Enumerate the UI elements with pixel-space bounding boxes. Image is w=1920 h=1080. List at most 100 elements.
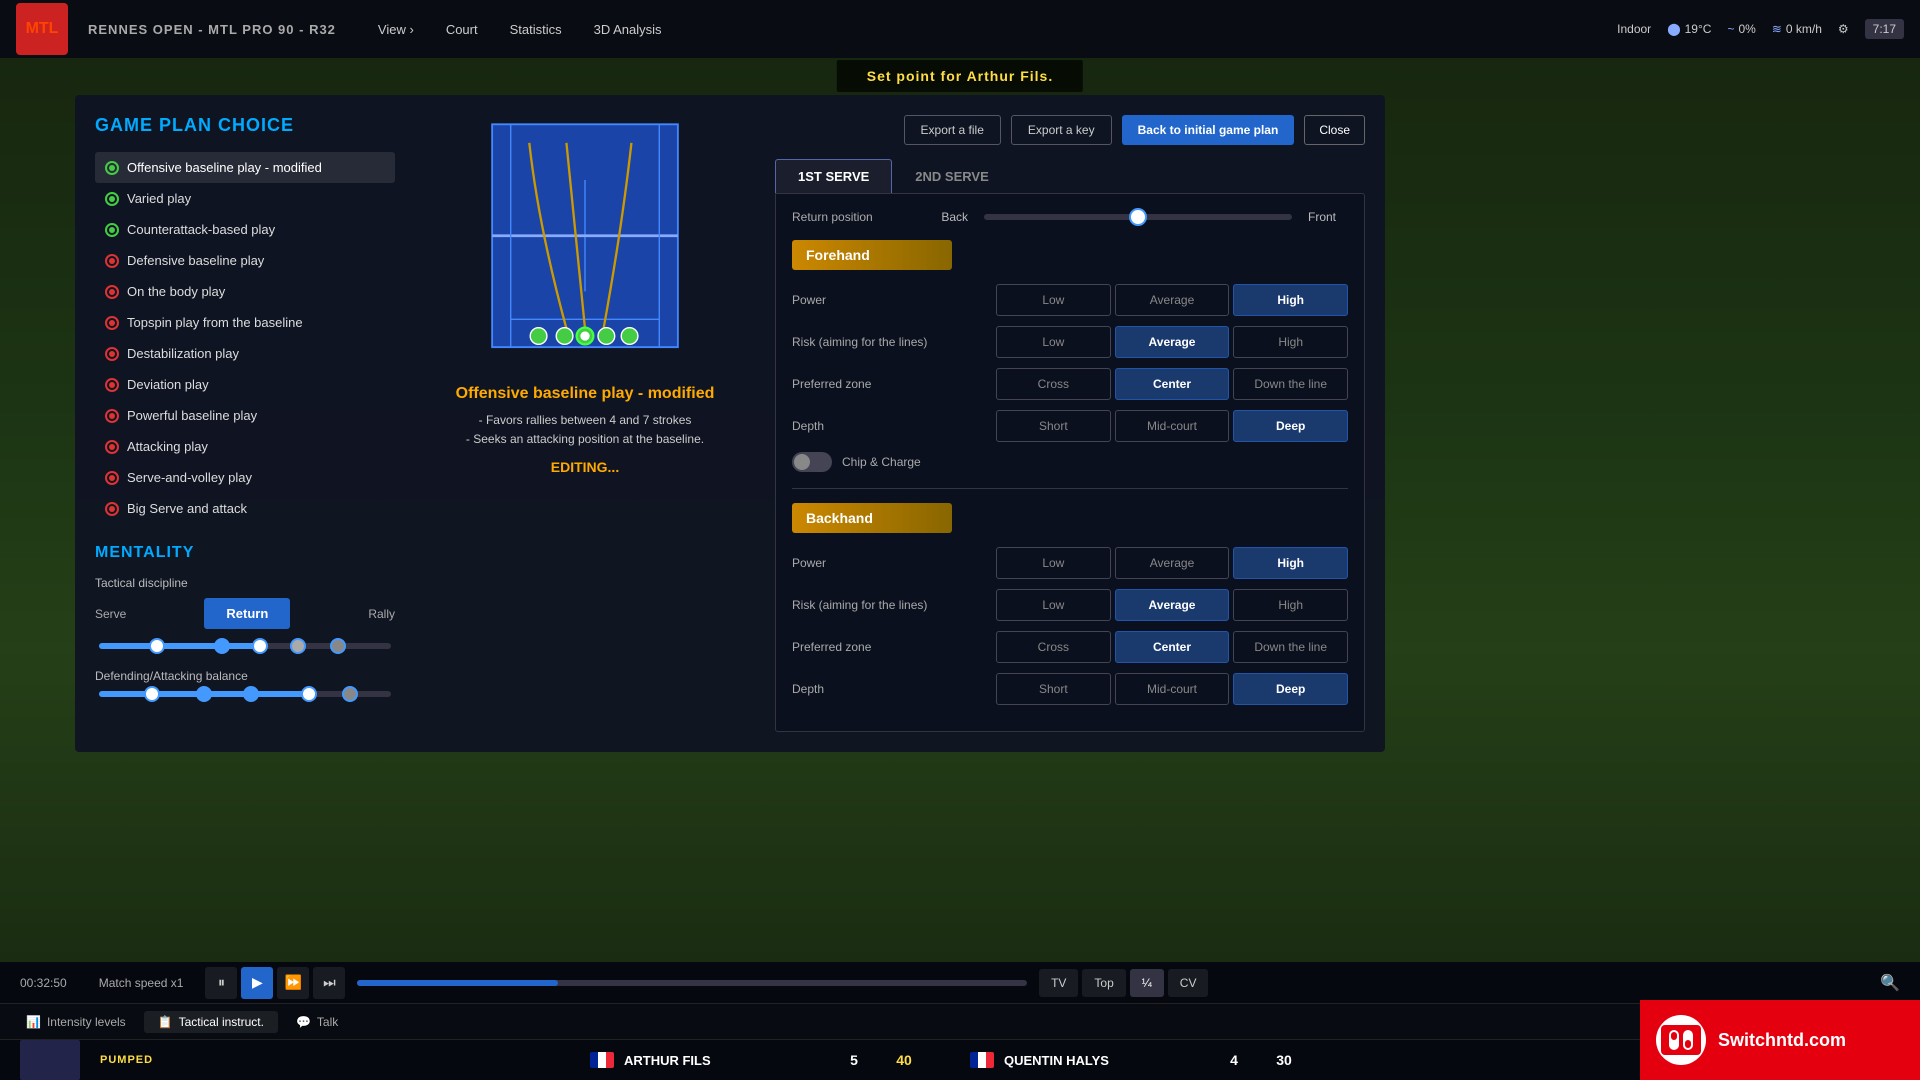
fh-power-low[interactable]: Low	[996, 284, 1111, 316]
defending-slider-thumb-4[interactable]	[301, 686, 317, 702]
fh-risk-average[interactable]: Average	[1115, 326, 1230, 358]
wind-pct-status: ~ 0%	[1727, 22, 1755, 36]
strategy-item[interactable]: Varied play	[95, 183, 395, 214]
return-button[interactable]: Return	[204, 598, 290, 629]
quentin-name: QUENTIN HALYS	[1004, 1053, 1204, 1068]
bh-depth-short[interactable]: Short	[996, 673, 1111, 705]
search-icon[interactable]: 🔍	[1880, 973, 1900, 993]
strategy-item[interactable]: Deviation play	[95, 369, 395, 400]
tab-intensity[interactable]: 📊 Intensity levels	[12, 1011, 140, 1033]
tactical-slider-thumb-4[interactable]	[290, 638, 306, 654]
strategy-item[interactable]: On the body play	[95, 276, 395, 307]
tactical-slider-thumb-2[interactable]	[214, 638, 230, 654]
strategy-item[interactable]: Defensive baseline play	[95, 245, 395, 276]
nav-statistics[interactable]: Statistics	[496, 16, 576, 43]
strategy-item-label: Big Serve and attack	[127, 501, 247, 516]
set-point-banner: Set point for Arthur Fils.	[837, 60, 1083, 92]
bh-depth-deep[interactable]: Deep	[1233, 673, 1348, 705]
bh-depth-mid[interactable]: Mid-court	[1115, 673, 1230, 705]
tab-tactical[interactable]: 📋 Tactical instruct.	[144, 1011, 278, 1033]
strategy-item-label: Deviation play	[127, 377, 209, 392]
bh-zone-center[interactable]: Center	[1115, 631, 1230, 663]
export-file-button[interactable]: Export a file	[904, 115, 1001, 145]
strategy-dot-red	[105, 502, 119, 516]
nav-court[interactable]: Court	[432, 16, 492, 43]
strategy-item-label: Counterattack-based play	[127, 222, 275, 237]
arthur-games: 40	[884, 1052, 924, 1068]
fh-depth-deep[interactable]: Deep	[1233, 410, 1348, 442]
defending-slider-thumb-2[interactable]	[196, 686, 212, 702]
defending-slider-thumb-5[interactable]	[342, 686, 358, 702]
toggle-knob	[794, 454, 810, 470]
fh-depth-mid[interactable]: Mid-court	[1115, 410, 1230, 442]
progress-bar[interactable]	[357, 980, 1027, 986]
strategy-item-label: Topspin play from the baseline	[127, 315, 303, 330]
pause-button[interactable]: ⏸	[205, 967, 237, 999]
tactical-slider-track[interactable]	[99, 643, 391, 649]
nav-view[interactable]: View ›	[364, 16, 428, 43]
tactical-slider-thumb-3[interactable]	[252, 638, 268, 654]
top-view-button[interactable]: Top	[1082, 969, 1125, 997]
settings-icon[interactable]: ⚙	[1838, 22, 1849, 36]
strategy-item[interactable]: Attacking play	[95, 431, 395, 462]
bh-power-low[interactable]: Low	[996, 547, 1111, 579]
strategy-item[interactable]: Powerful baseline play	[95, 400, 395, 431]
strategy-dot-red	[105, 347, 119, 361]
settings-panel: Return position Back Front Forehand Powe…	[775, 193, 1365, 732]
nav-3d-analysis[interactable]: 3D Analysis	[580, 16, 676, 43]
quentin-halys-row: QUENTIN HALYS 4 30	[970, 1052, 1330, 1068]
back-initial-button[interactable]: Back to initial game plan	[1122, 115, 1295, 145]
backhand-depth-buttons: Short Mid-court Deep	[996, 673, 1348, 705]
backhand-depth-label: Depth	[792, 682, 992, 696]
bh-zone-down[interactable]: Down the line	[1233, 631, 1348, 663]
strategy-item[interactable]: Topspin play from the baseline	[95, 307, 395, 338]
tactical-slider-thumb-5[interactable]	[330, 638, 346, 654]
fh-zone-center[interactable]: Center	[1115, 368, 1230, 400]
arthur-fils-row: ARTHUR FILS 5 40	[590, 1052, 950, 1068]
strategy-dot-green	[105, 223, 119, 237]
fh-zone-down[interactable]: Down the line	[1233, 368, 1348, 400]
strategy-dot-red	[105, 440, 119, 454]
temp-status: ⬤ 19°C	[1667, 22, 1711, 36]
fh-power-average[interactable]: Average	[1115, 284, 1230, 316]
skip-button[interactable]: ⏭	[313, 967, 345, 999]
tab-2nd-serve[interactable]: 2ND SERVE	[892, 159, 1011, 193]
backhand-zone-buttons: Cross Center Down the line	[996, 631, 1348, 663]
export-key-button[interactable]: Export a key	[1011, 115, 1112, 145]
strategy-item-label: Offensive baseline play - modified	[127, 160, 322, 175]
indoor-status: Indoor	[1617, 22, 1651, 36]
strategy-item[interactable]: Big Serve and attack	[95, 493, 395, 524]
bh-zone-cross[interactable]: Cross	[996, 631, 1111, 663]
strategy-item[interactable]: Counterattack-based play	[95, 214, 395, 245]
fast-forward-button[interactable]: ⏩	[277, 967, 309, 999]
tactical-slider-thumb-1[interactable]	[149, 638, 165, 654]
tab-talk[interactable]: 💬 Talk	[282, 1011, 352, 1033]
tv-view-button[interactable]: TV	[1039, 969, 1078, 997]
fh-risk-low[interactable]: Low	[996, 326, 1111, 358]
close-button[interactable]: Close	[1304, 115, 1365, 145]
chip-charge-toggle[interactable]	[792, 452, 832, 472]
fh-risk-high[interactable]: High	[1233, 326, 1348, 358]
return-pos-slider[interactable]	[984, 214, 1292, 220]
play-button[interactable]: ▶	[241, 967, 273, 999]
fh-depth-short[interactable]: Short	[996, 410, 1111, 442]
strategy-item[interactable]: Serve-and-volley play	[95, 462, 395, 493]
timer-display: 7:17	[1865, 19, 1904, 39]
fh-power-high[interactable]: High	[1233, 284, 1348, 316]
defending-slider-thumb-1[interactable]	[144, 686, 160, 702]
quarter-view-button[interactable]: ¼	[1130, 969, 1164, 997]
defending-slider-track[interactable]	[99, 691, 391, 697]
cv-view-button[interactable]: CV	[1168, 969, 1209, 997]
strategy-item[interactable]: Offensive baseline play - modified	[95, 152, 395, 183]
defending-slider-thumb-3[interactable]	[243, 686, 259, 702]
defending-attacking-group: Defending/Attacking balance	[95, 669, 395, 697]
bh-risk-average[interactable]: Average	[1115, 589, 1230, 621]
players-section: PUMPED ARTHUR FILS 5 40 QUENTIN HALYS 4 …	[0, 1040, 1920, 1080]
bh-risk-low[interactable]: Low	[996, 589, 1111, 621]
bh-power-high[interactable]: High	[1233, 547, 1348, 579]
tab-1st-serve[interactable]: 1ST SERVE	[775, 159, 892, 193]
strategy-item[interactable]: Destabilization play	[95, 338, 395, 369]
fh-zone-cross[interactable]: Cross	[996, 368, 1111, 400]
bh-risk-high[interactable]: High	[1233, 589, 1348, 621]
bh-power-average[interactable]: Average	[1115, 547, 1230, 579]
